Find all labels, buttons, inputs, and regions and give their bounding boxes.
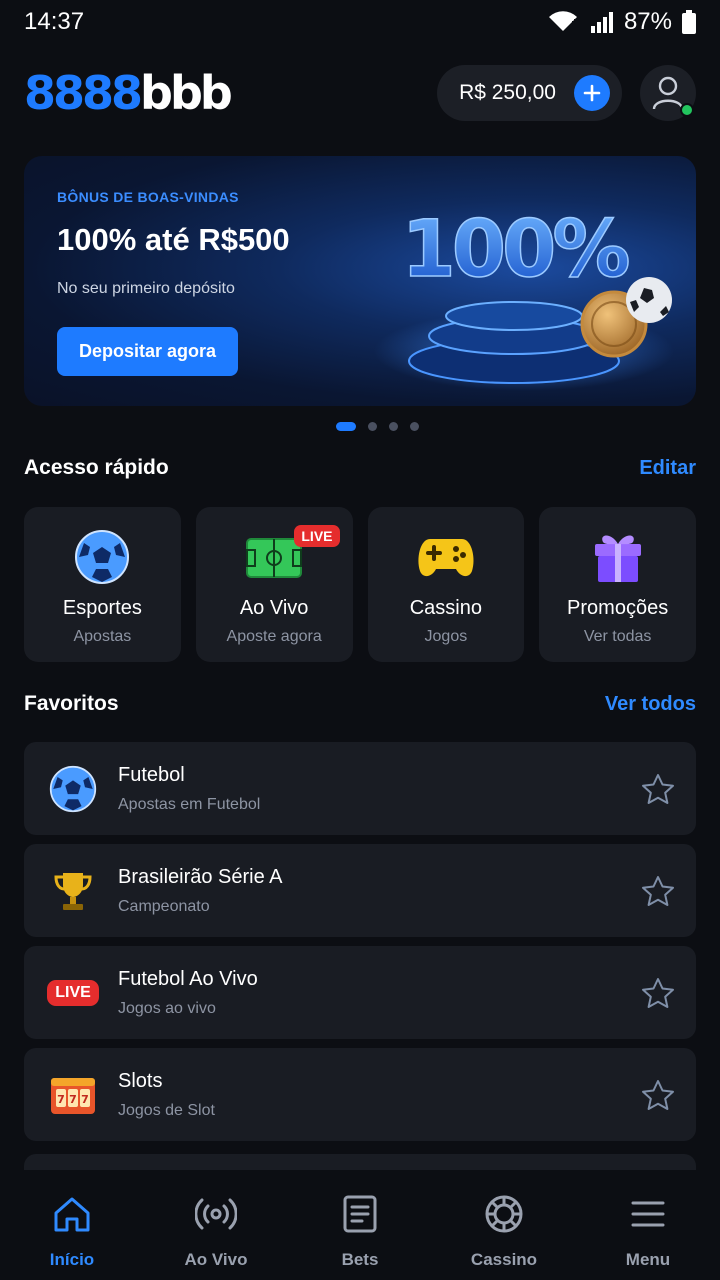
status-icons: 87% <box>546 8 696 36</box>
status-time: 14:37 <box>24 8 85 35</box>
quick-card-esportes[interactable]: Esportes Apostas <box>24 507 181 662</box>
favorite-item-futebol[interactable]: Futebol Apostas em Futebol <box>24 742 696 835</box>
favorites-header: Favoritos Ver todos <box>24 692 696 716</box>
quick-card-sub: Apostas <box>73 628 132 645</box>
quick-card-promocoes[interactable]: Promoções Ver todas <box>539 507 696 662</box>
nav-label: Cassino <box>470 1250 538 1269</box>
app-header: 8888 bbb R$ 250,00 <box>24 64 696 122</box>
status-bar: 14:37 87% <box>0 0 720 44</box>
profile-button[interactable] <box>640 65 696 121</box>
nav-cassino[interactable]: Cassino <box>432 1192 576 1280</box>
slot-machine-icon: 7 7 7 <box>47 1069 99 1121</box>
gamepad-icon <box>416 529 476 585</box>
welcome-bonus-banner[interactable]: BÔNUS DE BOAS-VINDAS 100% até R$500 No s… <box>24 156 696 406</box>
favorites-title: Favoritos <box>24 692 119 715</box>
pagination-dot[interactable] <box>368 421 377 431</box>
star-icon[interactable] <box>638 1075 678 1115</box>
see-all-favorites-link[interactable]: Ver todos <box>605 693 696 716</box>
header-actions: R$ 250,00 <box>437 65 696 121</box>
svg-text:7: 7 <box>69 1093 77 1106</box>
quick-card-ao-vivo[interactable]: LIVE Ao Vivo Aposte agora <box>195 507 353 662</box>
quick-card-sub: Aposte agora <box>226 628 322 645</box>
plus-icon <box>583 84 601 102</box>
star-icon[interactable] <box>638 769 678 809</box>
favorite-item-futebol-ao-vivo[interactable]: LIVE Futebol Ao Vivo Jogos ao vivo <box>24 946 696 1039</box>
favorite-text: Futebol Apostas em Futebol <box>118 764 638 814</box>
betslip-icon <box>343 1192 377 1236</box>
favorite-title: Brasileirão Série A <box>118 865 283 888</box>
quick-card-label: Cassino <box>409 597 482 619</box>
user-icon <box>652 76 684 110</box>
nav-label: Ao Vivo <box>184 1250 248 1269</box>
banner-subtitle: No seu primeiro depósito <box>57 280 235 297</box>
star-icon[interactable] <box>638 973 678 1013</box>
favorite-item-slots[interactable]: 7 7 7 Slots Jogos de Slot <box>24 1048 696 1141</box>
nav-ao-vivo[interactable]: Ao Vivo <box>144 1192 288 1280</box>
balance-amount: R$ 250,00 <box>459 81 556 104</box>
quick-card-sub: Ver todas <box>583 628 652 645</box>
banner-art-text: 100% <box>402 205 629 295</box>
banner-title: 100% até R$500 <box>57 222 290 257</box>
favorite-subtitle: Jogos de Slot <box>118 1101 215 1119</box>
balance-pill[interactable]: R$ 250,00 <box>437 65 622 121</box>
deposit-now-button[interactable]: Depositar agora <box>57 327 238 376</box>
nav-label: Menu <box>625 1250 671 1269</box>
soccer-ball-icon <box>47 763 99 815</box>
edit-quick-access-link[interactable]: Editar <box>639 457 696 480</box>
nav-label: Bets <box>341 1250 379 1269</box>
brand-logo[interactable]: 8888 bbb <box>24 66 233 120</box>
favorite-title: Futebol <box>118 763 185 786</box>
battery-icon <box>682 10 696 34</box>
favorite-title: Slots <box>118 1069 163 1092</box>
battery-percent: 87% <box>623 8 672 35</box>
quick-access-title: Acesso rápido <box>24 456 169 479</box>
favorite-title: Futebol Ao Vivo <box>118 967 258 990</box>
home-icon <box>52 1192 92 1236</box>
logo-letters: bbb <box>140 66 233 120</box>
quick-card-label: Promoções <box>567 597 669 619</box>
gift-icon <box>588 529 648 585</box>
trophy-icon <box>47 865 99 917</box>
svg-text:7: 7 <box>81 1093 89 1106</box>
svg-text:7: 7 <box>57 1093 65 1106</box>
pagination-dot-active[interactable] <box>336 421 356 431</box>
pagination-dot[interactable] <box>410 421 419 431</box>
bonus-100-percent-illustration: 100% <box>374 204 674 391</box>
quick-card-sub: Jogos <box>424 628 468 645</box>
nav-inicio[interactable]: Início <box>0 1192 144 1280</box>
soccer-ball-icon <box>72 529 132 585</box>
quick-card-label: Ao Vivo <box>239 597 309 619</box>
add-funds-button[interactable] <box>574 75 610 111</box>
star-icon[interactable] <box>638 871 678 911</box>
quick-card-label: Esportes <box>62 597 142 619</box>
favorite-text: Slots Jogos de Slot <box>118 1070 638 1120</box>
menu-icon <box>630 1192 666 1236</box>
quick-access-grid: Esportes Apostas LIVE Ao Vivo Aposte ago… <box>24 507 696 662</box>
favorite-text: Brasileirão Série A Campeonato <box>118 866 638 916</box>
live-badge: LIVE <box>294 525 340 547</box>
favorite-subtitle: Campeonato <box>118 897 210 915</box>
bottom-navigation: Início Ao Vivo Bets Cassino Menu <box>0 1170 720 1280</box>
logo-numerals: 8888 <box>24 66 143 120</box>
pagination-dot[interactable] <box>389 421 398 431</box>
quick-card-cassino[interactable]: Cassino Jogos <box>367 507 525 662</box>
banner-eyebrow: BÔNUS DE BOAS-VINDAS <box>57 189 239 205</box>
nav-menu[interactable]: Menu <box>576 1192 720 1280</box>
nav-label: Início <box>49 1250 95 1269</box>
broadcast-icon <box>195 1192 237 1236</box>
live-badge-icon: LIVE <box>47 967 99 1019</box>
wifi-icon <box>548 11 578 32</box>
favorite-text: Futebol Ao Vivo Jogos ao vivo <box>118 968 638 1018</box>
favorite-subtitle: Jogos ao vivo <box>118 999 216 1017</box>
favorites-list: Futebol Apostas em Futebol Brasileirão S… <box>24 742 696 1150</box>
signal-icon <box>590 12 613 33</box>
nav-bets[interactable]: Bets <box>288 1192 432 1280</box>
quick-access-header: Acesso rápido Editar <box>24 456 696 480</box>
online-status-dot <box>680 103 694 117</box>
favorite-subtitle: Apostas em Futebol <box>118 795 261 813</box>
live-badge: LIVE <box>47 979 99 1006</box>
favorite-item-brasileirao[interactable]: Brasileirão Série A Campeonato <box>24 844 696 937</box>
casino-chip-icon <box>484 1192 524 1236</box>
banner-pagination <box>0 420 720 432</box>
